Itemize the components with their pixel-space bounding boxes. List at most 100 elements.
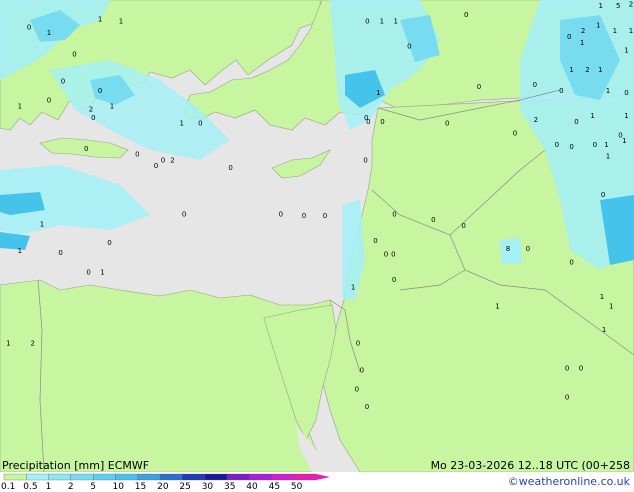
point-value: 0 [477,83,481,91]
point-value: 1 [580,39,584,47]
point-value: 1 [6,339,10,347]
point-value: 0 [363,156,367,164]
legend-swatch [26,473,49,481]
legend-swatch [115,473,138,481]
point-value: 0 [593,141,597,149]
legend-swatch [293,473,317,481]
legend-label: 50 [290,482,303,492]
point-value: 0 [618,131,622,139]
legend-label: 1 [45,482,52,492]
point-value: 0 [364,114,368,122]
point-value: 0 [360,366,364,374]
point-value: 2 [585,66,589,74]
point-value: 1 [598,66,602,74]
point-value: 1 [495,303,499,311]
point-value: 0 [555,141,559,149]
point-value: 0 [373,237,377,245]
point-value: 1 [351,284,355,292]
point-value: 0 [533,81,537,89]
legend-label: 5 [90,482,96,492]
point-value: 0 [135,151,139,159]
point-value: 1 [596,22,600,30]
point-value: 0 [355,386,359,394]
point-value: 0 [559,87,563,95]
point-value: 0 [161,156,165,164]
point-value: 2 [534,116,538,124]
point-value: 0 [182,210,186,218]
point-value: 0 [84,145,88,153]
point-value: 2 [89,105,93,113]
legend-swatch [271,473,295,481]
legend-swatch [137,473,161,481]
point-value: 1 [18,102,22,110]
point-value: 0 [27,23,31,31]
legend-swatch [226,473,250,481]
point-value: 0 [91,114,95,122]
point-value: 1 [599,2,603,10]
point-value: 0 [569,258,573,266]
point-value: 0 [567,33,571,41]
point-value: 0 [579,364,583,372]
point-value: 0 [526,245,530,253]
legend-label: 0.5 [23,482,38,492]
point-value: 0 [601,191,605,199]
point-value: 0 [107,239,111,247]
point-value: 0 [461,222,465,230]
legend-swatch [3,473,27,481]
point-value: 0 [86,269,90,277]
point-value: 1 [376,89,380,97]
legend-swatch [182,473,205,481]
point-value: 1 [624,47,628,55]
map-title: Precipitation [mm] ECMWF [2,459,150,472]
point-value: 0 [445,120,449,128]
precipitation-map: 0101100121010000200001100000001121000001… [0,0,634,472]
point-value: 0 [624,89,628,97]
point-value: 1 [606,153,610,161]
point-value: 0 [98,87,102,95]
point-value: 0 [279,210,283,218]
point-value: 1 [100,269,104,277]
point-value: 0 [464,11,468,19]
legend-label: 30 [201,482,214,492]
point-value: 0 [431,216,435,224]
point-value: 0 [302,212,306,220]
point-value: 1 [47,29,51,37]
point-value: 0 [228,164,232,172]
point-value: 1 [602,326,606,334]
point-value: 0 [47,97,51,105]
legend-swatch [204,473,228,481]
legend-label: 10 [112,482,124,492]
credit-link[interactable]: ©weatheronline.co.uk [508,476,630,488]
point-value: 2 [629,0,633,8]
legend-label: 40 [246,482,258,492]
point-value: 0 [392,210,396,218]
point-value: 0 [565,364,569,372]
point-value: 1 [606,87,610,95]
point-value: 1 [98,16,102,24]
legend-label: 0.1 [1,482,16,492]
point-value: 2 [31,339,35,347]
legend-label: 45 [268,482,281,492]
precip-area [500,238,522,265]
point-value: 1 [629,27,633,35]
point-value: 0 [380,118,384,126]
point-value: 1 [590,112,594,120]
point-value: 1 [569,66,573,74]
point-value: 1 [394,18,398,26]
point-value: 0 [61,77,65,85]
point-value: 1 [110,102,114,110]
point-value: 1 [600,293,604,301]
point-value: 0 [392,276,396,284]
point-value: 2 [170,156,174,164]
run-time: Mo 23-03-2026 12..18 UTC (00+258 [430,459,630,472]
legend-label: 2 [67,482,74,492]
point-value: 1 [624,112,628,120]
point-value: 0 [356,339,360,347]
point-value: 0 [58,249,62,257]
point-value: 0 [384,251,388,259]
point-value: 1 [18,247,22,255]
point-value: 1 [380,18,384,26]
point-value: 1 [604,141,608,149]
point-value: 5 [616,2,620,10]
point-value: 0 [365,403,369,411]
